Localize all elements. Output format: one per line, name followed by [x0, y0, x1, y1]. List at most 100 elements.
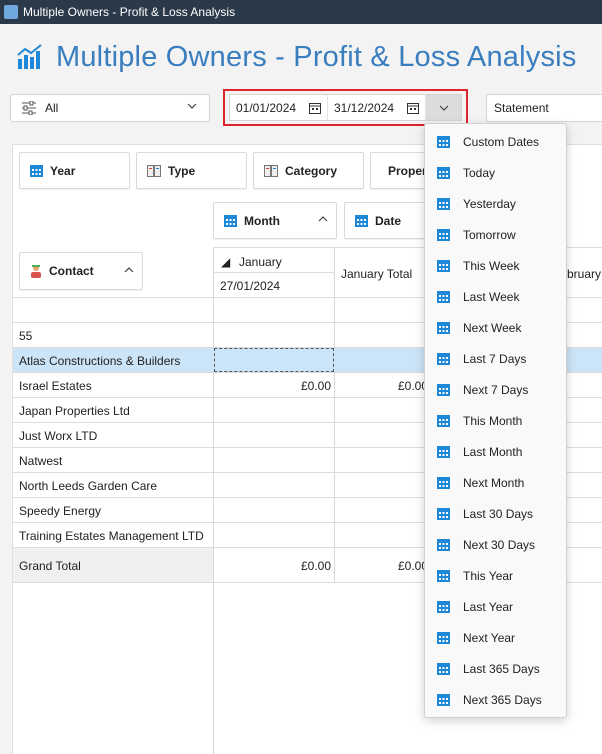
calendar-icon	[437, 693, 450, 706]
sort-ascending-icon[interactable]	[318, 216, 328, 222]
row-label[interactable]: Atlas Constructions & Builders	[19, 354, 180, 368]
field-date[interactable]: Date	[344, 202, 434, 239]
field-category[interactable]: Category	[253, 152, 364, 189]
app-icon	[4, 5, 18, 19]
field-contact[interactable]: Contact	[19, 252, 143, 290]
calendar-icon[interactable]	[407, 102, 419, 114]
row-label[interactable]: Natwest	[19, 454, 62, 468]
report-type-value: Statement	[494, 101, 549, 115]
date-preset-item[interactable]: Next Month	[425, 467, 566, 498]
date-preset-item[interactable]: Last Year	[425, 591, 566, 622]
calendar-icon	[437, 631, 450, 644]
date-preset-item[interactable]: Last Month	[425, 436, 566, 467]
window-titlebar: Multiple Owners - Profit & Loss Analysis	[0, 0, 602, 24]
collapse-january-icon[interactable]: ◢	[221, 255, 230, 269]
date-preset-item[interactable]: Last 7 Days	[425, 343, 566, 374]
focused-cell[interactable]	[214, 348, 334, 372]
date-preset-item[interactable]: Next 7 Days	[425, 374, 566, 405]
row-label[interactable]: Training Estates Management LTD	[19, 529, 204, 543]
field-property[interactable]: Property	[370, 152, 430, 189]
date-preset-label: Next Month	[463, 475, 525, 490]
date-preset-item[interactable]: Tomorrow	[425, 219, 566, 250]
field-year[interactable]: Year	[19, 152, 130, 189]
field-month[interactable]: Month	[213, 202, 337, 239]
filter-sliders-icon	[22, 101, 36, 115]
report-type-select[interactable]: Statement	[486, 94, 602, 122]
field-category-label: Category	[285, 163, 338, 178]
page-header: Multiple Owners - Profit & Loss Analysis	[0, 24, 602, 90]
date-preset-label: Last Month	[463, 444, 523, 459]
calendar-icon	[437, 445, 450, 458]
date-preset-item[interactable]: Next 30 Days	[425, 529, 566, 560]
date-preset-label: Next Week	[463, 320, 522, 335]
date-preset-item[interactable]: Today	[425, 157, 566, 188]
header-divider	[213, 272, 334, 273]
calendar-icon	[437, 290, 450, 303]
date-preset-label: This Year	[463, 568, 514, 583]
owner-filter-select[interactable]: All	[10, 94, 210, 122]
date-range-highlight: 01/01/2024 31/12/2024	[223, 89, 468, 126]
date-preset-item[interactable]: Last 30 Days	[425, 498, 566, 529]
end-date-value: 31/12/2024	[334, 100, 395, 115]
calendar-icon	[437, 507, 450, 520]
calendar-icon	[437, 135, 450, 148]
field-date-label: Date	[375, 213, 402, 228]
calendar-icon	[437, 166, 450, 179]
sort-ascending-icon[interactable]	[124, 267, 134, 273]
date-preset-item[interactable]: This Month	[425, 405, 566, 436]
start-date-value: 01/01/2024	[236, 100, 297, 115]
calendar-icon[interactable]	[309, 102, 321, 114]
date-preset-label: Last 7 Days	[463, 351, 527, 366]
date-preset-item[interactable]: This Year	[425, 560, 566, 591]
window-title: Multiple Owners - Profit & Loss Analysis	[23, 5, 236, 19]
chevron-down-icon	[187, 103, 197, 109]
date-preset-item[interactable]: Yesterday	[425, 188, 566, 219]
field-contact-label: Contact	[49, 264, 94, 278]
grand-total-value[interactable]: £0.00	[273, 559, 331, 573]
date-preset-menu: Custom Dates Today Yesterday Tomorrow This W…	[424, 123, 567, 718]
date-preset-item[interactable]: Last Week	[425, 281, 566, 312]
calendar-field-icon	[355, 214, 368, 227]
date-preset-dropdown-button[interactable]	[426, 95, 461, 120]
field-month-label: Month	[244, 213, 280, 228]
owner-filter-value: All	[45, 101, 59, 115]
date-preset-item[interactable]: This Week	[425, 250, 566, 281]
value-cell[interactable]: £0.00	[273, 379, 331, 393]
date-preset-label: Last 365 Days	[463, 661, 540, 676]
column-divider	[213, 247, 214, 754]
date-preset-item[interactable]: Next Week	[425, 312, 566, 343]
date-preset-item[interactable]: Custom Dates	[425, 126, 566, 157]
row-label[interactable]: North Leeds Garden Care	[19, 479, 157, 493]
calendar-icon	[437, 569, 450, 582]
date-preset-label: Last 30 Days	[463, 506, 534, 521]
book-field-icon	[147, 164, 161, 177]
calendar-icon	[437, 321, 450, 334]
calendar-icon	[437, 352, 450, 365]
column-header-january[interactable]: January	[239, 255, 282, 269]
row-label[interactable]: Speedy Energy	[19, 504, 101, 518]
date-preset-item[interactable]: Last 365 Days	[425, 653, 566, 684]
date-preset-label: Custom Dates	[463, 134, 540, 149]
calendar-field-icon	[224, 214, 237, 227]
date-preset-item[interactable]: Next Year	[425, 622, 566, 653]
analytics-chart-icon	[17, 44, 42, 69]
row-label[interactable]: Israel Estates	[19, 379, 92, 393]
calendar-field-icon	[30, 164, 43, 177]
date-preset-label: Next 7 Days	[463, 382, 529, 397]
date-range-picker: 01/01/2024 31/12/2024	[229, 94, 462, 121]
date-preset-label: Yesterday	[463, 196, 516, 211]
row-label[interactable]: 55	[19, 329, 32, 343]
calendar-icon	[437, 228, 450, 241]
date-preset-item[interactable]: Next 365 Days	[425, 684, 566, 715]
start-date-field[interactable]: 01/01/2024	[230, 95, 328, 120]
calendar-icon	[437, 259, 450, 272]
field-year-label: Year	[50, 163, 76, 178]
row-label[interactable]: Japan Properties Ltd	[19, 404, 130, 418]
date-preset-label: Next Year	[463, 630, 516, 645]
field-type[interactable]: Type	[136, 152, 247, 189]
field-type-label: Type	[168, 163, 196, 178]
date-preset-label: Tomorrow	[463, 227, 516, 242]
end-date-field[interactable]: 31/12/2024	[328, 95, 426, 120]
row-label[interactable]: Just Worx LTD	[19, 429, 97, 443]
date-preset-label: Last Year	[463, 599, 514, 614]
